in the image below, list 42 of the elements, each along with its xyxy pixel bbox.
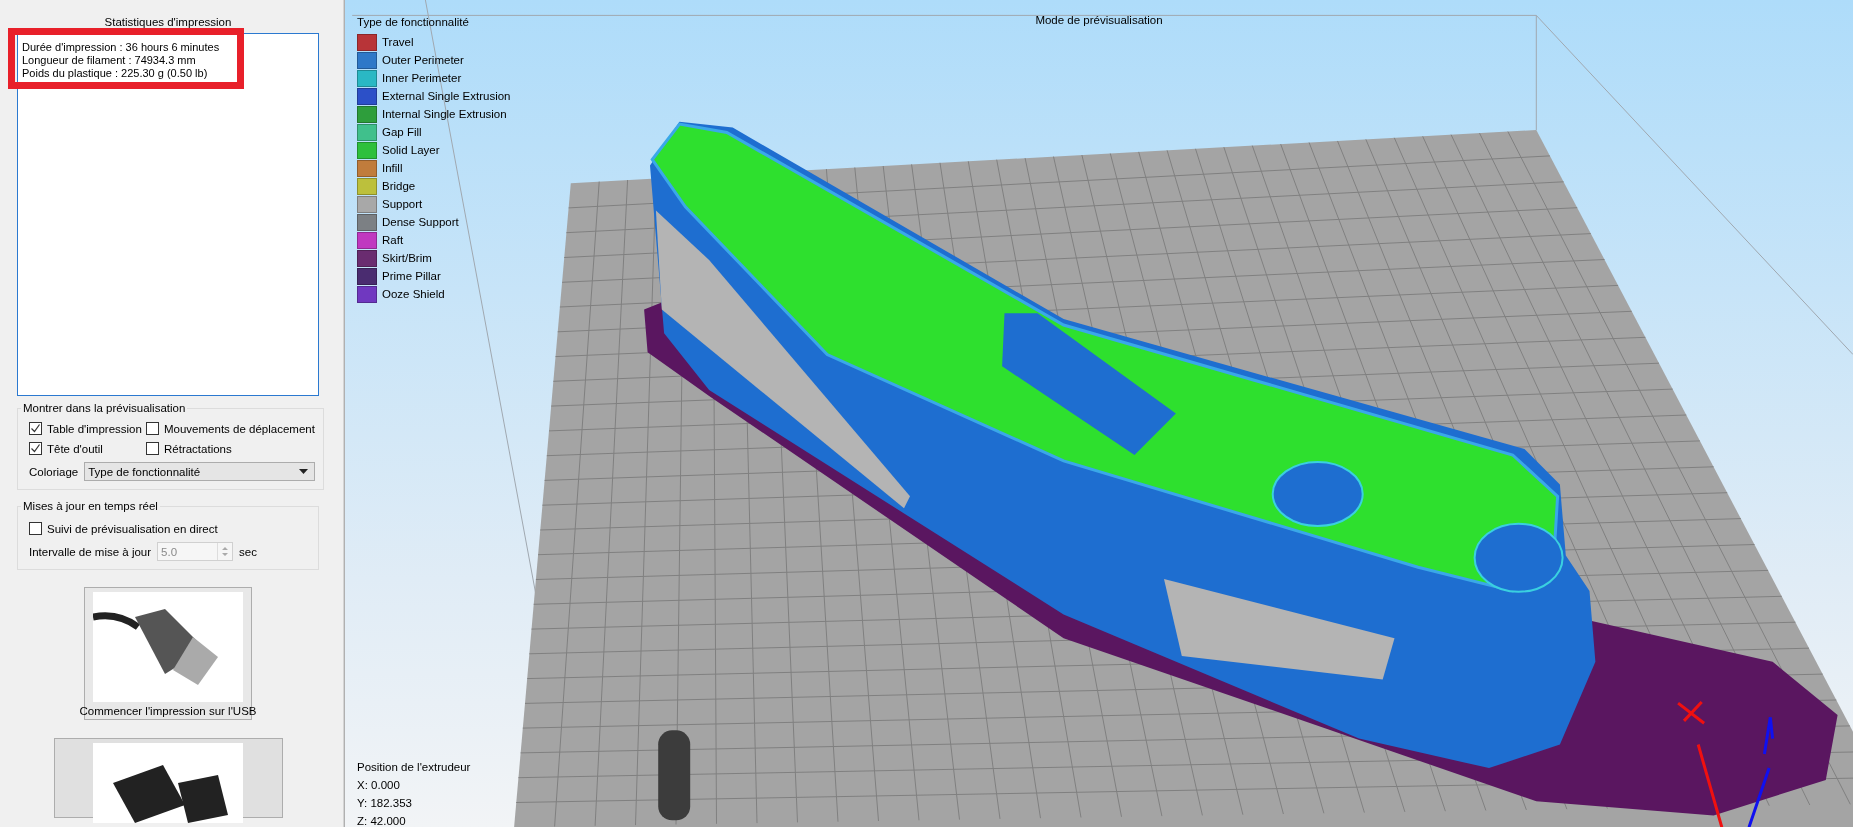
stats-line: Poids du plastique : 225.30 g (0.50 lb) <box>22 67 209 80</box>
coordinate-text: Y: 182.353 <box>357 796 413 811</box>
checkbox-label: Tête d'outil <box>47 442 103 455</box>
stats-title: Statistiques d'impression <box>103 15 233 29</box>
legend-label: Prime Pillar <box>382 270 441 282</box>
legend-label: Dense Support <box>382 216 459 228</box>
legend-label: Internal Single Extrusion <box>382 108 507 120</box>
coordinate-text: X: 0.000 <box>357 778 401 793</box>
legend-label: Gap Fill <box>382 126 422 138</box>
legend-label: External Single Extrusion <box>382 90 511 102</box>
extruder-position-title: Position de l'extrudeur <box>357 760 471 775</box>
legend-label: Support <box>382 198 423 210</box>
interval-label: Intervalle de mise à jour <box>29 545 152 558</box>
viewport-title: Mode de prévisualisation <box>1035 14 1163 26</box>
group-title: Mises à jour en temps réel <box>22 500 159 512</box>
legend-title: Type de fonctionnalité <box>357 15 470 29</box>
checkbox-label: Table d'impression <box>47 422 142 435</box>
coloring-label: Coloriage <box>29 465 79 478</box>
legend-label: Solid Layer <box>382 144 440 156</box>
checkbox[interactable] <box>146 422 159 435</box>
checkbox-label: Rétractations <box>164 442 232 455</box>
checkbox[interactable] <box>29 422 42 435</box>
legend-label: Bridge <box>382 180 416 192</box>
stats-line: Durée d'impression : 36 hours 6 minutes <box>22 41 221 54</box>
legend-label: Infill <box>382 162 403 174</box>
legend-label: Inner Perimeter <box>382 72 462 84</box>
stats-line: Longueur de filament : 74934.3 mm <box>22 54 197 67</box>
unit-label: sec <box>239 545 257 558</box>
group-title: Montrer dans la prévisualisation <box>22 402 187 414</box>
checkbox-label: Mouvements de déplacement <box>164 422 315 435</box>
coordinate-text: Z: 42.000 <box>357 814 407 827</box>
legend-label: Outer Perimeter <box>382 54 464 66</box>
checkbox[interactable] <box>29 522 42 535</box>
checkbox[interactable] <box>29 442 42 455</box>
caret-icon <box>298 469 308 474</box>
checkbox-label: Suivi de prévisualisation en direct <box>47 522 218 535</box>
legend-label: Raft <box>382 234 404 246</box>
legend-label: Travel <box>382 36 414 48</box>
legend-label: Skirt/Brim <box>382 252 432 264</box>
checkbox[interactable] <box>146 442 159 455</box>
coloring-dropdown[interactable]: Type de fonctionnalité <box>84 462 315 481</box>
legend-label: Ooze Shield <box>382 288 445 300</box>
